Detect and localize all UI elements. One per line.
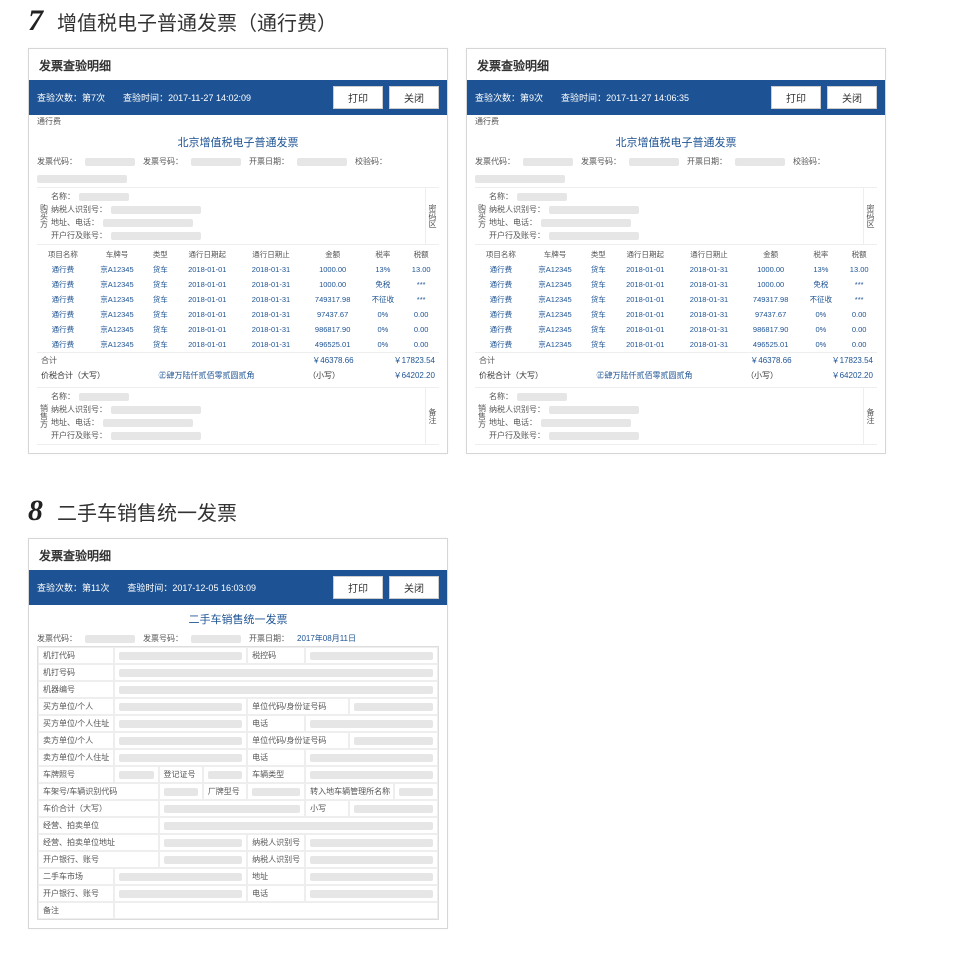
table-row: 通行费京A12345货车2018-01-012018-01-311000.00免… [37,277,439,292]
close-button[interactable]: 关闭 [827,86,877,109]
table-row: 通行费京A12345货车2018-01-012018-01-31986817.9… [475,322,877,337]
meta-row: 发票代码： 发票号码： 开票日期： 校验码： [37,156,439,183]
table-row: 通行费京A12345货车2018-01-012018-01-31496525.0… [475,337,877,352]
table-row: 通行费京A12345货车2018-01-012018-01-31986817.9… [37,322,439,337]
card-header: 发票查验明细 [29,49,447,80]
close-button[interactable]: 关闭 [389,576,439,599]
section-8-cards: 发票查验明细 查验次数：第11次 查验时间：2017-12-05 16:03:0… [28,538,953,929]
table-row: 通行费京A12345货车2018-01-012018-01-31749317.9… [475,292,877,307]
table-row: 通行费京A12345货车2018-01-012018-01-31749317.9… [37,292,439,307]
table-row: 通行费京A12345货车2018-01-012018-01-3197437.67… [475,307,877,322]
invoice-items-table: 项目名称车牌号类型 通行日期起通行日期止 金额税率税额 通行费京A12345货车… [37,247,439,352]
section-title: 增值税电子普通发票（通行费） [57,7,337,36]
close-button[interactable]: 关闭 [389,86,439,109]
print-button[interactable]: 打印 [771,86,821,109]
section-number: 7 [28,4,43,38]
card-banner: 查验次数：第7次 查验时间：2017-11-27 14:02:09 打印 关闭 [29,80,447,115]
table-row: 通行费京A12345货车2018-01-012018-01-3197437.67… [37,307,439,322]
section-8-header: 8 二手车销售统一发票 [28,494,953,528]
table-row: 通行费京A12345货车2018-01-012018-01-31496525.0… [37,337,439,352]
print-button[interactable]: 打印 [333,86,383,109]
table-row: 通行费京A12345货车2018-01-012018-01-311000.00免… [475,277,877,292]
section-7-cards: 发票查验明细 查验次数：第7次 查验时间：2017-11-27 14:02:09… [28,48,953,454]
table-row: 通行费京A12345货车2018-01-012018-01-311000.001… [37,262,439,277]
invoice-card-1: 发票查验明细 查验次数：第7次 查验时间：2017-11-27 14:02:09… [28,48,448,454]
invoice-card-2: 发票查验明细 查验次数：第9次 查验时间：2017-11-27 14:06:35… [466,48,886,454]
section-7-header: 7 增值税电子普通发票（通行费） [28,4,953,38]
table-row: 通行费京A12345货车2018-01-012018-01-311000.001… [475,262,877,277]
car-invoice-card: 发票查验明细 查验次数：第11次 查验时间：2017-12-05 16:03:0… [28,538,448,929]
print-button[interactable]: 打印 [333,576,383,599]
car-details-grid: 机打代码 税控码 机打号码 机器编号 买方单位/个人 单位代码/身份证号码 买方… [37,646,439,920]
doc-title: 北京增值税电子普通发票 [37,128,439,154]
